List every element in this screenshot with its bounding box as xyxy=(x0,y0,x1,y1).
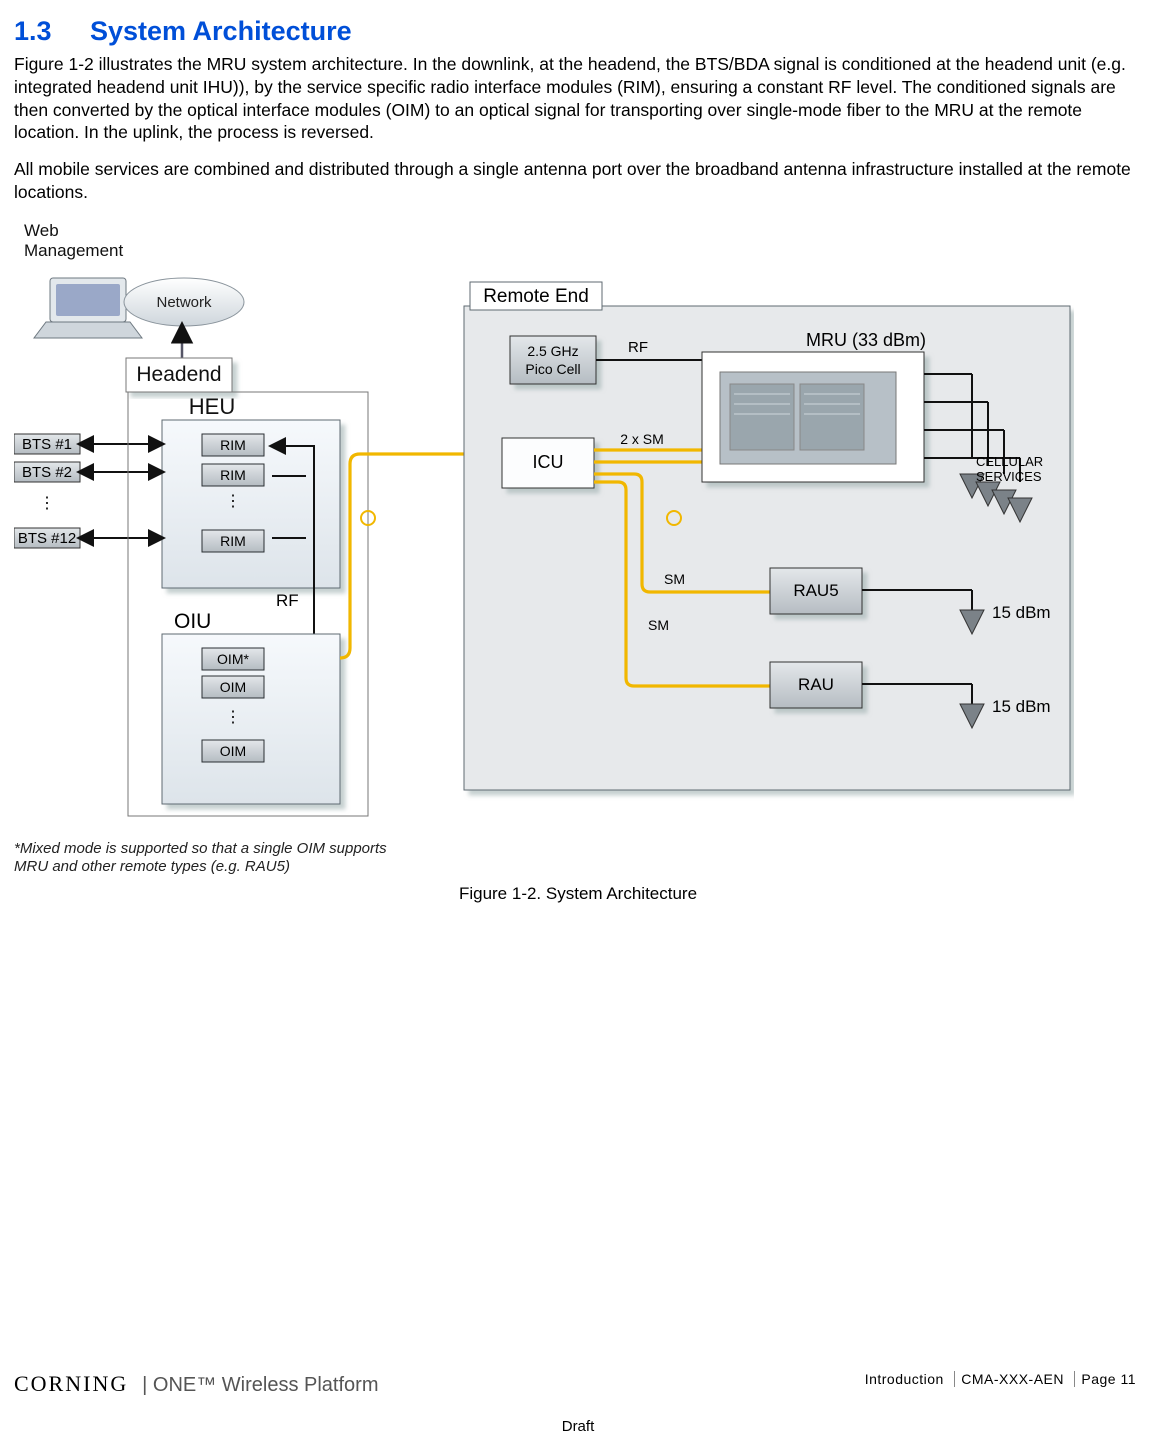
rf-bus-label: RF xyxy=(276,591,299,610)
headend-label: Headend xyxy=(136,363,221,386)
page-footer: CORNING | ONE™ Wireless Platform Introdu… xyxy=(14,1370,1142,1436)
footer-right: Introduction CMA-XXX-AEN Page 11 xyxy=(859,1370,1142,1388)
rf-label: RF xyxy=(628,339,648,356)
rim-label-1: RIM xyxy=(220,437,246,453)
figure-footnote: *Mixed mode is supported so that a singl… xyxy=(14,840,1142,878)
footer-section: Introduction xyxy=(859,1371,950,1387)
twosm-label: 2 x SM xyxy=(620,431,664,447)
rau-label: RAU xyxy=(798,675,834,694)
bts1-label: BTS #1 xyxy=(22,436,72,453)
sm-label-2: SM xyxy=(648,617,669,633)
bts2-label: BTS #2 xyxy=(22,464,72,481)
bts12-label: BTS #12 xyxy=(18,530,76,547)
cellular-label2: SERVICES xyxy=(976,469,1042,484)
pico-label2: Pico Cell xyxy=(525,361,580,377)
svg-text:⋮: ⋮ xyxy=(39,495,55,512)
icu-label: ICU xyxy=(533,452,564,472)
system-architecture-diagram: Web Management Network Headend HEU RIM R… xyxy=(14,218,1074,838)
figure-wrapper: Web Management Network Headend HEU RIM R… xyxy=(14,218,1142,906)
footer-page: Page 11 xyxy=(1074,1371,1142,1387)
db15-label-a: 15 dBm xyxy=(992,603,1051,622)
svg-text:⋮: ⋮ xyxy=(225,493,241,510)
svg-text:⋮: ⋮ xyxy=(225,709,241,726)
mru-label: MRU (33 dBm) xyxy=(806,330,926,350)
oim-label-1: OIM* xyxy=(217,651,249,667)
db15-label-b: 15 dBm xyxy=(992,697,1051,716)
oim-label-2: OIM xyxy=(220,679,246,695)
brand-logo: CORNING xyxy=(14,1371,128,1396)
paragraph-2: All mobile services are combined and dis… xyxy=(14,158,1142,204)
footnote-line1: *Mixed mode is supported so that a singl… xyxy=(14,840,387,857)
rim-label-3: RIM xyxy=(220,533,246,549)
web-mgmt-label2: Management xyxy=(24,241,124,260)
remote-end-label: Remote End xyxy=(483,286,589,307)
oiu-label: OIU xyxy=(174,610,211,633)
section-number: 1.3 xyxy=(14,14,90,49)
section-heading: 1.3System Architecture xyxy=(14,14,1142,49)
rim-label-2: RIM xyxy=(220,467,246,483)
heu-label: HEU xyxy=(189,394,235,419)
web-mgmt-label: Web xyxy=(24,221,59,240)
network-cloud-icon: Network xyxy=(124,278,244,326)
footnote-line2: MRU and other remote types (e.g. RAU5) xyxy=(14,858,290,875)
bts-group: BTS #1 BTS #2 ⋮ BTS #12 xyxy=(14,434,162,548)
oim-label-3: OIM xyxy=(220,743,246,759)
sm-label-1: SM xyxy=(664,571,685,587)
rau5-label: RAU5 xyxy=(793,581,838,600)
brand-platform: | ONE™ Wireless Platform xyxy=(142,1374,378,1396)
cellular-label1: CELLULAR xyxy=(976,454,1043,469)
footer-draft: Draft xyxy=(14,1399,1142,1436)
section-title: System Architecture xyxy=(90,16,352,46)
footer-doc: CMA-XXX-AEN xyxy=(954,1371,1070,1387)
mru-photo-icon xyxy=(720,372,896,464)
paragraph-1: Figure 1-2 illustrates the MRU system ar… xyxy=(14,53,1142,144)
figure-caption: Figure 1-2. System Architecture xyxy=(14,883,1142,905)
network-label: Network xyxy=(156,294,212,311)
pico-label1: 2.5 GHz xyxy=(527,343,578,359)
